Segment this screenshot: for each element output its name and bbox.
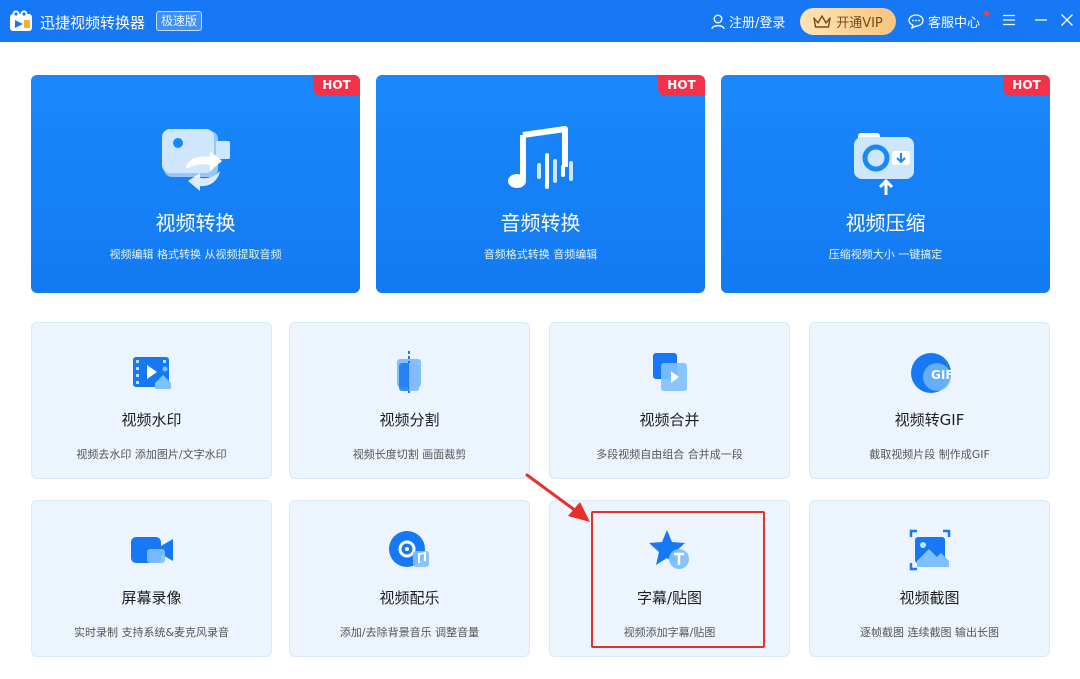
video-to-gif-desc: 截取视频片段 制作成GIF (869, 448, 990, 461)
video-split-desc: 视频长度切割 画面裁剪 (352, 448, 467, 461)
customer-service-link[interactable]: 客服中心 (908, 12, 980, 31)
image-capture-icon (909, 529, 950, 571)
video-watermark-desc: 视频去水印 添加图片/文字水印 (76, 448, 227, 461)
highlight-box (591, 511, 765, 648)
video-watermark-icon (132, 357, 171, 389)
video-compress-desc: 压缩视频大小 一键搞定 (828, 248, 943, 261)
video-split-card[interactable]: 视频分割 视频长度切割 画面裁剪 (289, 322, 530, 479)
video-split-title: 视频分割 (379, 411, 440, 429)
chat-icon (908, 14, 924, 29)
video-compress-title: 视频压缩 (845, 211, 926, 235)
video-watermark-title: 视频水印 (121, 411, 182, 429)
login-label: 注册/登录 (729, 16, 786, 31)
audio-convert-title: 音频转换 (500, 211, 581, 235)
user-icon (711, 14, 725, 29)
video-merge-icon (652, 353, 687, 391)
video-compress-card[interactable]: HOT 视频压缩 压缩视频大小 一键搞定 (721, 75, 1050, 293)
video-merge-desc: 多段视频自由组合 合并成一段 (596, 448, 743, 461)
vip-button[interactable]: 开通VIP (800, 8, 896, 35)
video-convert-desc: 视频编辑 格式转换 从视频提取音频 (109, 248, 282, 261)
screen-record-desc: 实时录制 支持系统&麦克风录音 (73, 626, 230, 639)
hot-badge: HOT (658, 75, 705, 96)
app-logo-icon (10, 10, 32, 31)
video-screenshot-card[interactable]: 视频截图 逐帧截图 连续截图 输出长图 (809, 500, 1050, 657)
camera-compress-icon (853, 133, 914, 195)
video-to-gif-card[interactable]: GIF 视频转GIF 截取视频片段 制作成GIF (809, 322, 1050, 479)
video-music-desc: 添加/去除背景音乐 调整音量 (339, 626, 480, 639)
login-link[interactable]: 注册/登录 (711, 12, 785, 31)
close-icon (1061, 14, 1073, 26)
app-window: 迅捷视频转换器 极速版 注册/登录 开通VIP 客服中心 HOT 视频转换 视频… (0, 0, 1080, 679)
music-disc-icon (388, 531, 429, 567)
video-camera-icon (130, 537, 173, 563)
video-screenshot-desc: 逐帧截图 连续截图 输出长图 (860, 626, 999, 639)
video-screenshot-title: 视频截图 (899, 589, 960, 607)
audio-convert-desc: 音频格式转换 音频编辑 (483, 248, 598, 261)
minimize-button[interactable] (1029, 8, 1053, 32)
svg-text:GIF: GIF (931, 368, 953, 382)
video-split-icon (396, 351, 421, 393)
video-convert-title: 视频转换 (155, 211, 236, 235)
crown-icon (813, 14, 831, 28)
menu-icon (1003, 14, 1015, 26)
video-convert-card[interactable]: HOT 视频转换 视频编辑 格式转换 从视频提取音频 (31, 75, 360, 293)
close-button[interactable] (1055, 8, 1079, 32)
video-watermark-card[interactable]: 视频水印 视频去水印 添加图片/文字水印 (31, 322, 272, 479)
menu-button[interactable] (997, 8, 1021, 32)
annotation-arrow (525, 473, 590, 522)
service-label: 客服中心 (928, 16, 981, 31)
video-convert-icon (161, 129, 230, 191)
screen-record-title: 屏幕录像 (121, 589, 182, 607)
gif-icon: GIF (910, 353, 953, 393)
video-music-title: 视频配乐 (379, 589, 440, 607)
minimize-icon (1035, 19, 1047, 21)
video-to-gif-title: 视频转GIF (894, 411, 965, 429)
audio-convert-card[interactable]: HOT 音频转换 音频格式转换 音频编辑 (376, 75, 705, 293)
title-bar: 迅捷视频转换器 极速版 注册/登录 开通VIP 客服中心 (0, 0, 1080, 42)
video-merge-title: 视频合并 (639, 411, 700, 429)
video-music-card[interactable]: 视频配乐 添加/去除背景音乐 调整音量 (289, 500, 530, 657)
vip-label: 开通VIP (836, 16, 883, 31)
video-merge-card[interactable]: 视频合并 多段视频自由组合 合并成一段 (549, 322, 790, 479)
hot-badge: HOT (313, 75, 360, 96)
notification-dot (984, 11, 989, 16)
edition-badge: 极速版 (156, 11, 203, 31)
audio-music-icon (507, 126, 573, 189)
screen-record-card[interactable]: 屏幕录像 实时录制 支持系统&麦克风录音 (31, 500, 272, 657)
app-title: 迅捷视频转换器 (40, 14, 146, 32)
hot-badge: HOT (1003, 75, 1050, 96)
